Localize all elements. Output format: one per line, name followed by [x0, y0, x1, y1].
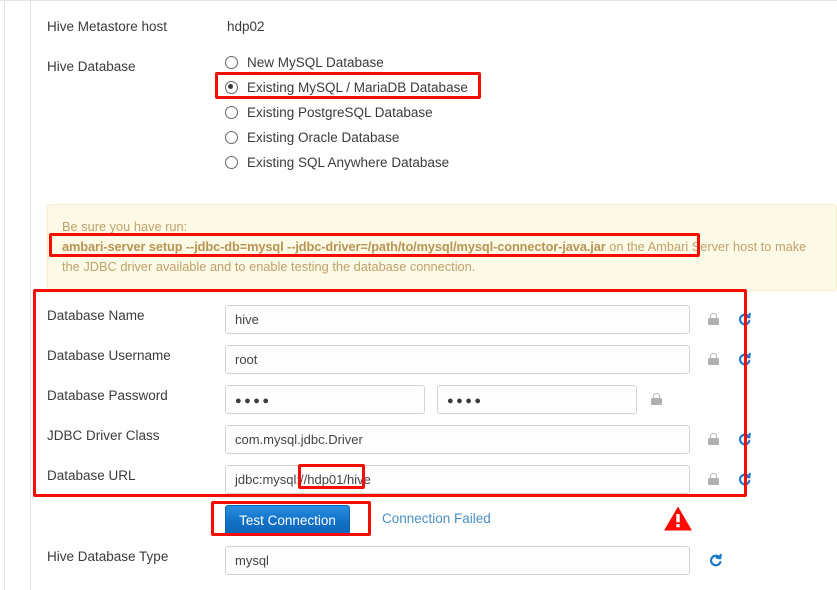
- radio-label: Existing PostgreSQL Database: [247, 105, 433, 120]
- refresh-icon[interactable]: [737, 472, 752, 487]
- radio-icon-selected[interactable]: [225, 81, 238, 94]
- notice-lead-text: Be sure you have run:: [62, 219, 188, 234]
- hive-database-type-label: Hive Database Type: [47, 549, 169, 564]
- database-password-input[interactable]: ●●●●: [225, 385, 425, 414]
- radio-option-new-mysql[interactable]: New MySQL Database: [225, 50, 384, 75]
- hive-metastore-host-value: hdp02: [227, 19, 265, 34]
- outer-rail-divider: [4, 1, 5, 590]
- hive-database-config-panel: Hive Metastore host hdp02 Hive Database …: [31, 0, 837, 590]
- jdbc-driver-class-input[interactable]: com.mysql.jdbc.Driver: [225, 425, 690, 454]
- lock-icon: [708, 353, 719, 365]
- row-jdbc-driver-class: JDBC Driver Class com.mysql.jdbc.Driver: [31, 425, 837, 455]
- row-database-name: Database Name hive: [31, 305, 837, 335]
- hive-metastore-host-label: Hive Metastore host: [47, 19, 168, 34]
- row-hive-database-type: Hive Database Type mysql: [31, 546, 837, 576]
- refresh-icon[interactable]: [737, 432, 752, 447]
- row-test-connection: Test Connection Connection Failed: [31, 505, 837, 539]
- row-hive-metastore-host: Hive Metastore host hdp02: [31, 16, 837, 46]
- warning-triangle-icon: [663, 505, 693, 532]
- notice-body: ambari-server setup --jdbc-db=mysql --jd…: [62, 237, 822, 277]
- radio-option-existing-oracle[interactable]: Existing Oracle Database: [225, 125, 399, 150]
- notice-command-text: ambari-server setup --jdbc-db=mysql --jd…: [62, 239, 606, 254]
- row-database-url: Database URL jdbc:mysql://hdp01/hive: [31, 465, 837, 495]
- radio-icon[interactable]: [225, 156, 238, 169]
- radio-icon[interactable]: [225, 131, 238, 144]
- database-username-input[interactable]: root: [225, 345, 690, 374]
- hive-database-type-input[interactable]: mysql: [225, 546, 690, 575]
- database-url-input[interactable]: jdbc:mysql://hdp01/hive: [225, 465, 690, 494]
- refresh-icon[interactable]: [708, 553, 723, 568]
- lock-icon: [651, 393, 662, 405]
- radio-label: Existing Oracle Database: [247, 130, 400, 145]
- radio-label: Existing MySQL / MariaDB Database: [247, 80, 468, 95]
- row-database-password: Database Password ●●●● ●●●●: [31, 385, 837, 415]
- jdbc-driver-notice: Be sure you have run: ambari-server setu…: [47, 204, 837, 291]
- radio-option-existing-mysql-mariadb[interactable]: Existing MySQL / MariaDB Database: [225, 75, 468, 100]
- lock-icon: [708, 313, 719, 325]
- radio-label: Existing SQL Anywhere Database: [247, 155, 450, 170]
- row-database-username: Database Username root: [31, 345, 837, 375]
- connection-status-text: Connection Failed: [382, 511, 491, 526]
- lock-icon: [708, 473, 719, 485]
- radio-icon[interactable]: [225, 56, 238, 69]
- radio-option-existing-postgresql[interactable]: Existing PostgreSQL Database: [225, 100, 433, 125]
- hive-database-label: Hive Database: [47, 59, 136, 74]
- lock-icon: [708, 433, 719, 445]
- test-connection-button[interactable]: Test Connection: [225, 505, 350, 536]
- database-name-label: Database Name: [47, 308, 145, 323]
- database-username-label: Database Username: [47, 348, 171, 363]
- password-confirm-masked-value: ●●●●: [447, 395, 484, 407]
- radio-label: New MySQL Database: [247, 55, 384, 70]
- database-password-confirm-input[interactable]: ●●●●: [437, 385, 637, 414]
- database-url-label: Database URL: [47, 468, 136, 483]
- database-name-input[interactable]: hive: [225, 305, 690, 334]
- refresh-icon[interactable]: [737, 352, 752, 367]
- password-masked-value: ●●●●: [235, 395, 272, 407]
- refresh-icon[interactable]: [737, 312, 752, 327]
- radio-option-existing-sql-anywhere[interactable]: Existing SQL Anywhere Database: [225, 150, 449, 175]
- database-password-label: Database Password: [47, 388, 168, 403]
- radio-icon[interactable]: [225, 106, 238, 119]
- jdbc-driver-class-label: JDBC Driver Class: [47, 428, 160, 443]
